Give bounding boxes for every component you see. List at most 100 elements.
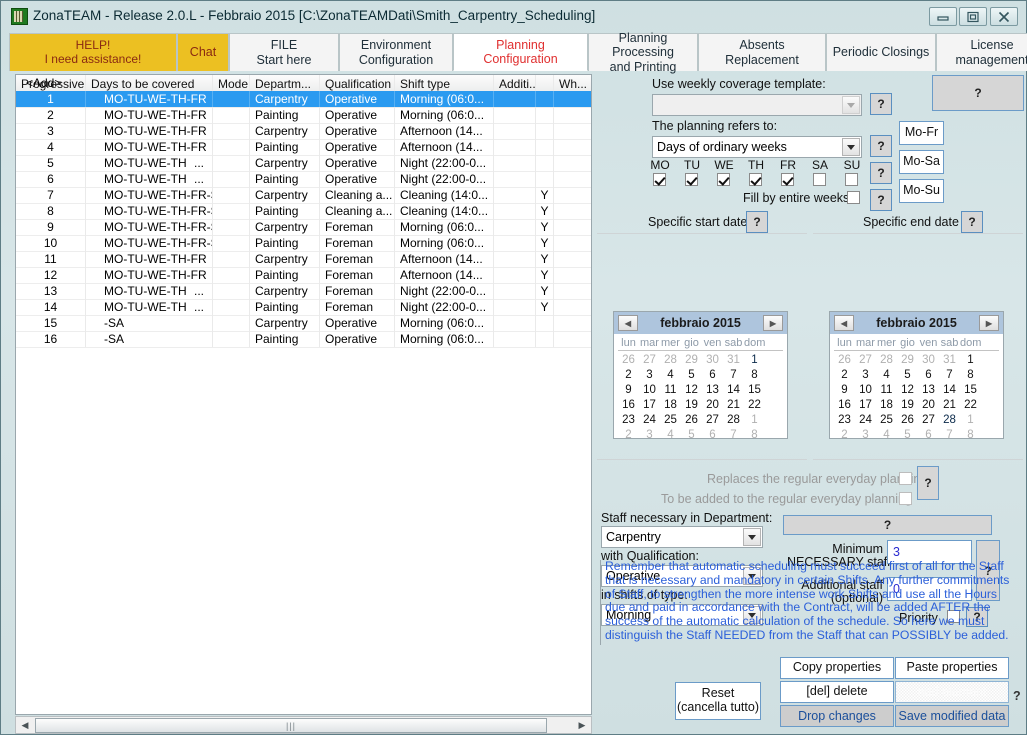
panel-help-button[interactable]: ? <box>932 75 1024 111</box>
calendar-day[interactable]: 3 <box>639 428 660 443</box>
calendar-day[interactable]: 16 <box>618 398 639 413</box>
calendar-day[interactable]: 17 <box>639 398 660 413</box>
calendar-day[interactable]: 19 <box>897 398 918 413</box>
calendar-day[interactable]: 22 <box>960 398 981 413</box>
calendar-day[interactable]: 15 <box>744 383 765 398</box>
maximize-icon[interactable] <box>959 7 987 26</box>
table-row[interactable]: 9MO-TU-WE-TH-FR-S... CarpentryForemanMorn… <box>16 219 591 236</box>
calendar-day[interactable]: 3 <box>855 428 876 443</box>
tab-license[interactable]: License management <box>936 33 1027 71</box>
added-planning-checkbox[interactable] <box>899 492 912 505</box>
calendar-day[interactable]: 14 <box>723 383 744 398</box>
calendar-grid[interactable]: 26 27 28 29 30 31 1 2 3 4 5 6 7 8 9 10 11 12 13 14 15 16 17 18 1… <box>834 352 999 442</box>
weekday-checkbox-mo[interactable] <box>653 173 666 186</box>
reset-button[interactable]: Reset (cancella tutto) <box>675 682 761 720</box>
specific-start-date-help-button[interactable]: ? <box>746 211 768 233</box>
planning-rules-grid[interactable]: Progressive Days to be covered Mode Departm… <box>15 74 592 715</box>
weekday-checkbox-sa[interactable] <box>813 173 826 186</box>
grid-horizontal-scrollbar[interactable]: ◀ ||| ▶ <box>15 716 592 734</box>
chevron-down-icon[interactable] <box>842 138 860 156</box>
calendar-day[interactable]: 15 <box>960 383 981 398</box>
calendar-day[interactable]: 11 <box>876 383 897 398</box>
close-icon[interactable] <box>990 7 1018 26</box>
calendar-selected-day[interactable]: 28 <box>939 413 960 428</box>
calendar-day[interactable]: 16 <box>834 398 855 413</box>
table-row[interactable]: 13 MO-TU-WE-TH... Carpentry Foreman Night (2… <box>16 283 591 300</box>
calendar-day[interactable]: 8 <box>960 368 981 383</box>
calendar-day[interactable]: 17 <box>855 398 876 413</box>
calendar-month-title[interactable]: febbraio 2015 <box>876 316 957 330</box>
calendar-day[interactable]: 26 <box>834 353 855 368</box>
calendar-day[interactable]: 2 <box>618 368 639 383</box>
prev-month-icon[interactable]: ◀ <box>834 315 854 331</box>
calendar-day[interactable]: 3 <box>639 368 660 383</box>
tab-help[interactable]: HELP! I need assistance! <box>9 33 177 71</box>
weekday-checkbox-tu[interactable] <box>685 173 698 186</box>
calendar-day[interactable]: 1 <box>960 413 981 428</box>
tab-chat[interactable]: Chat <box>177 33 229 71</box>
table-row[interactable]: 10MO-TU-WE-TH-FR-S... PaintingForemanMorn… <box>16 235 591 252</box>
calendar-day[interactable]: 6 <box>702 368 723 383</box>
next-month-icon[interactable]: ▶ <box>979 315 999 331</box>
replaces-planning-checkbox[interactable] <box>899 472 912 485</box>
minimize-icon[interactable] <box>929 7 957 26</box>
planning-refers-select[interactable]: Days of ordinary weeks <box>652 136 862 158</box>
table-row[interactable]: 8MO-TU-WE-TH-FR-S... PaintingCleaning a..… <box>16 203 591 220</box>
calendar-day[interactable]: 2 <box>834 428 855 443</box>
calendar-day[interactable]: 21 <box>939 398 960 413</box>
calendar-day[interactable]: 24 <box>639 413 660 428</box>
calendar-day[interactable]: 30 <box>702 353 723 368</box>
actions-help-button[interactable]: ? <box>1013 689 1021 703</box>
mo-fr-button[interactable]: Mo-Fr <box>899 121 944 145</box>
calendar-day[interactable]: 10 <box>855 383 876 398</box>
prev-month-icon[interactable]: ◀ <box>618 315 638 331</box>
calendar-day[interactable]: 13 <box>702 383 723 398</box>
calendar-day[interactable]: 26 <box>681 413 702 428</box>
calendar-day[interactable]: 26 <box>897 413 918 428</box>
staff-section-help-button[interactable]: ? <box>783 515 992 535</box>
calendar-day[interactable]: 5 <box>897 428 918 443</box>
calendar-day[interactable]: 5 <box>897 368 918 383</box>
calendar-day[interactable]: 3 <box>855 368 876 383</box>
calendar-day[interactable]: 11 <box>660 383 681 398</box>
calendar-day[interactable]: 5 <box>681 428 702 443</box>
table-row[interactable]: 12MO-TU-WE-TH-FR... PaintingForemanAftern… <box>16 267 591 284</box>
calendar-day[interactable]: 4 <box>876 428 897 443</box>
table-row[interactable]: 1MO-TU-WE-TH-FR... CarpentryOperativeMorn… <box>16 91 591 108</box>
weekday-checkbox-fr[interactable] <box>781 173 794 186</box>
delete-button[interactable]: [del] delete <box>780 681 894 703</box>
calendar-day[interactable]: 26 <box>618 353 639 368</box>
calendar-day[interactable]: 6 <box>702 428 723 443</box>
tab-file[interactable]: FILE Start here <box>229 33 339 71</box>
planning-refers-help-button[interactable]: ? <box>870 135 892 157</box>
calendar-day[interactable]: 21 <box>723 398 744 413</box>
calendar-day[interactable]: 25 <box>876 413 897 428</box>
calendar-day[interactable]: 28 <box>660 353 681 368</box>
calendar-day[interactable]: 5 <box>681 368 702 383</box>
fill-weeks-checkbox[interactable] <box>847 191 860 204</box>
table-row[interactable]: 14 MO-TU-WE-TH... Painting Foreman Night (22… <box>16 299 591 316</box>
calendar-day[interactable]: 19 <box>681 398 702 413</box>
calendar-day[interactable]: 27 <box>918 413 939 428</box>
calendar-day[interactable]: 2 <box>834 368 855 383</box>
next-month-icon[interactable]: ▶ <box>763 315 783 331</box>
staff-department-select[interactable]: Carpentry <box>601 526 763 548</box>
calendar-day[interactable]: 7 <box>939 428 960 443</box>
calendar-day[interactable]: 28 <box>876 353 897 368</box>
calendar-grid[interactable]: 26 27 28 29 30 31 1 2 3 4 5 6 7 8 9 10 11 12 13 14 15 16 17 18 1… <box>618 352 783 442</box>
weekdays-help-button[interactable]: ? <box>870 162 892 184</box>
calendar-day[interactable]: 31 <box>723 353 744 368</box>
calendar-day[interactable]: 25 <box>660 413 681 428</box>
calendar-day[interactable]: 13 <box>918 383 939 398</box>
calendar-day[interactable]: 28 <box>723 413 744 428</box>
scroll-right-icon[interactable]: ▶ <box>574 717 590 733</box>
copy-properties-button[interactable]: Copy properties <box>780 657 894 679</box>
weekly-template-select[interactable] <box>652 94 862 116</box>
table-row[interactable]: 3MO-TU-WE-TH-FR... CarpentryOperativeAfte… <box>16 123 591 140</box>
tab-periodic-closings[interactable]: Periodic Closings <box>826 33 936 71</box>
calendar-day[interactable]: 18 <box>660 398 681 413</box>
mo-sa-button[interactable]: Mo-Sa <box>899 150 944 174</box>
table-row[interactable]: 4MO-TU-WE-TH-FR... PaintingOperativeAfter… <box>16 139 591 156</box>
tab-planning-processing[interactable]: Planning Processing and Printing <box>588 31 698 74</box>
calendar-day[interactable]: 14 <box>939 383 960 398</box>
